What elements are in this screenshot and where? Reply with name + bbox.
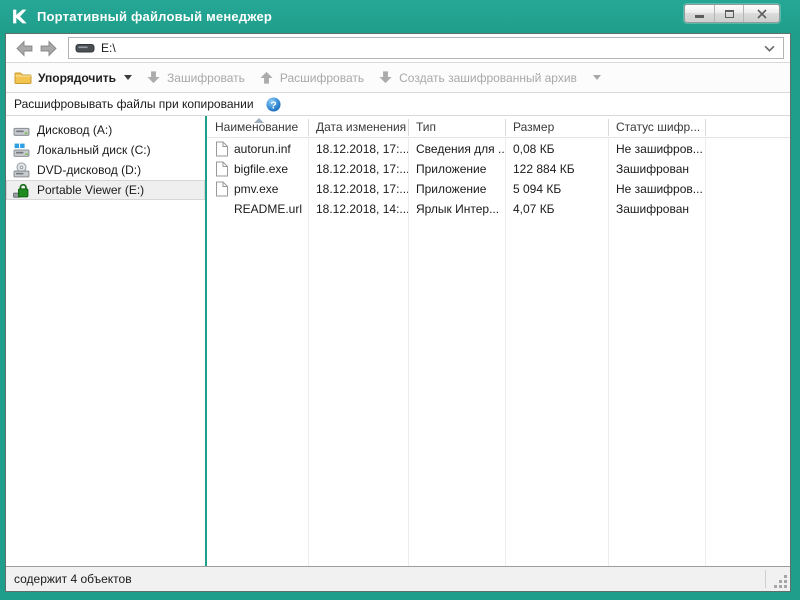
column-header[interactable]: Дата изменения: [308, 120, 408, 137]
file-modified: 18.12.2018, 17:...: [308, 142, 408, 156]
main-panes: Дисковод (A:) Локальный диск (C:) DVD-ди…: [6, 116, 790, 566]
organize-dropdown-caret-icon: [124, 75, 132, 80]
back-button[interactable]: [12, 36, 36, 60]
portable-file-manager-window: Портативный файловый менеджер: [0, 0, 800, 600]
file-encryption-status: Не зашифров...: [608, 182, 705, 196]
file-modified: 18.12.2018, 17:...: [308, 162, 408, 176]
dvd-drive-icon: [13, 162, 30, 179]
file-encryption-status: Зашифрован: [608, 202, 705, 216]
decrypt-button[interactable]: Расшифровать: [259, 70, 364, 85]
file-type: Ярлык Интер...: [408, 202, 505, 216]
list-header: НаименованиеДата измененияТипРазмерСтату…: [207, 116, 790, 138]
file-name: README.url: [234, 202, 302, 216]
forward-button[interactable]: [36, 36, 60, 60]
svg-text:?: ?: [270, 100, 276, 111]
encrypt-button[interactable]: Зашифровать: [146, 70, 245, 85]
column-header[interactable]: Размер: [505, 120, 608, 137]
file-size: 5 094 КБ: [505, 182, 608, 196]
toolbar: Упорядочить Зашифровать Расшифровать С: [6, 63, 790, 93]
file-name: pmv.exe: [234, 182, 278, 196]
file-type: Приложение: [408, 182, 505, 196]
folder-icon: [14, 71, 32, 85]
client-area: E:\ Упорядочить Зашифровать: [5, 33, 791, 592]
file-row[interactable]: README.url 18.12.2018, 14:... Ярлык Инте…: [207, 199, 790, 219]
back-arrow-icon: [15, 39, 34, 58]
file-encryption-status: Не зашифров...: [608, 142, 705, 156]
drive-label: Дисковод (A:): [37, 123, 112, 137]
file-size: 122 884 КБ: [505, 162, 608, 176]
create-archive-dropdown-caret-icon: [593, 75, 601, 80]
file-row[interactable]: bigfile.exe 18.12.2018, 17:... Приложени…: [207, 159, 790, 179]
decrypt-on-copy-label: Расшифровывать файлы при копировании: [14, 97, 254, 111]
file-row[interactable]: pmv.exe 18.12.2018, 17:... Приложение 5 …: [207, 179, 790, 199]
sidebar-drive-item[interactable]: Portable Viewer (E:): [6, 180, 205, 200]
column-header[interactable]: Тип: [408, 120, 505, 137]
maximize-icon: [725, 10, 734, 18]
file-icon: [215, 161, 229, 177]
status-text: содержит 4 объектов: [14, 572, 132, 586]
file-size: 0,08 КБ: [505, 142, 608, 156]
file-name: autorun.inf: [234, 142, 291, 156]
resize-grip[interactable]: [774, 575, 787, 588]
minimize-button[interactable]: [685, 5, 714, 22]
sidebar-drive-item[interactable]: DVD-дисковод (D:): [6, 160, 205, 180]
window-controls: [684, 4, 780, 23]
help-icon[interactable]: ?: [266, 97, 281, 112]
locked-drive-icon: [13, 182, 30, 199]
file-icon: [215, 141, 229, 157]
title-bar: Портативный файловый менеджер: [0, 0, 800, 33]
file-size: 4,07 КБ: [505, 202, 608, 216]
sidebar-drive-item[interactable]: Дисковод (A:): [6, 120, 205, 140]
navigation-bar: E:\: [6, 34, 790, 63]
close-button[interactable]: [743, 5, 779, 22]
sidebar-drive-item[interactable]: Локальный диск (C:): [6, 140, 205, 160]
encrypt-arrow-down-icon: [146, 70, 161, 85]
file-encryption-status: Зашифрован: [608, 162, 705, 176]
decrypt-arrow-up-icon: [259, 70, 274, 85]
status-bar: содержит 4 объектов: [6, 566, 790, 591]
column-header[interactable]: Статус шифр...: [608, 120, 705, 137]
create-archive-button[interactable]: Создать зашифрованный архив: [378, 70, 601, 85]
floppy-drive-icon: [13, 122, 30, 139]
create-archive-label: Создать зашифрованный архив: [399, 71, 577, 85]
address-dropdown-chevron-icon[interactable]: [764, 45, 775, 52]
status-bar-divider: [765, 570, 766, 588]
file-rows: autorun.inf 18.12.2018, 17:... Сведения …: [207, 139, 790, 219]
file-icon: [215, 181, 229, 197]
organize-label: Упорядочить: [38, 71, 116, 85]
minimize-icon: [695, 15, 704, 18]
file-modified: 18.12.2018, 17:...: [308, 182, 408, 196]
file-list-pane: НаименованиеДата измененияТипРазмерСтату…: [207, 116, 790, 566]
window-title: Портативный файловый менеджер: [37, 9, 272, 24]
file-name: bigfile.exe: [234, 162, 288, 176]
file-type: Сведения для ...: [408, 142, 505, 156]
sort-ascending-icon: [254, 118, 264, 123]
address-text: E:\: [101, 41, 764, 55]
maximize-button[interactable]: [714, 5, 743, 22]
address-bar[interactable]: E:\: [68, 37, 784, 59]
file-type: Приложение: [408, 162, 505, 176]
organize-button[interactable]: Упорядочить: [14, 71, 132, 85]
create-archive-arrow-down-icon: [378, 70, 393, 85]
drive-label: DVD-дисковод (D:): [37, 163, 141, 177]
close-icon: [757, 9, 767, 19]
file-row[interactable]: autorun.inf 18.12.2018, 17:... Сведения …: [207, 139, 790, 159]
kaspersky-logo-icon: [11, 8, 28, 25]
file-modified: 18.12.2018, 14:...: [308, 202, 408, 216]
encrypt-label: Зашифровать: [167, 71, 245, 85]
decrypt-on-copy-option[interactable]: Расшифровывать файлы при копировании ?: [6, 93, 790, 116]
hard-drive-icon: [13, 142, 30, 159]
drive-tree: Дисковод (A:) Локальный диск (C:) DVD-ди…: [6, 116, 205, 566]
drive-label: Portable Viewer (E:): [37, 183, 144, 197]
decrypt-label: Расшифровать: [280, 71, 364, 85]
drive-list: Дисковод (A:) Локальный диск (C:) DVD-ди…: [6, 120, 205, 200]
drive-icon: [75, 42, 95, 54]
forward-arrow-icon: [39, 39, 58, 58]
drive-label: Локальный диск (C:): [37, 143, 151, 157]
